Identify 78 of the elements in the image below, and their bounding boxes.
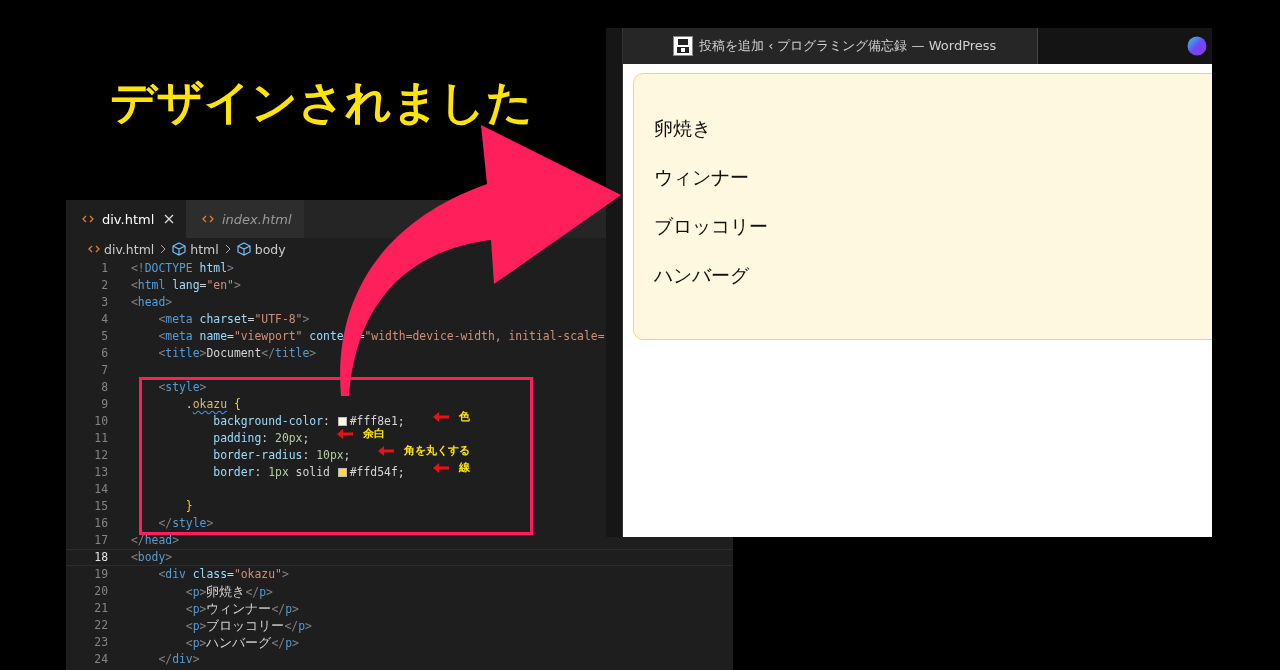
line-number: 4 [100,311,108,328]
line-number: 10 [93,413,108,430]
breadcrumb-item[interactable]: body [254,241,286,257]
line-number: 23 [93,634,108,651]
annotation-label: 線 [458,460,470,476]
line-number: 20 [93,583,108,600]
list-text: ブロッコリー [654,214,769,239]
code-text: <meta name="viewport" conte [157,328,344,345]
chevron-icon [160,244,167,254]
chevron-icon [224,244,231,254]
line-number: 6 [100,345,108,362]
code-text: .okazu { [184,396,241,413]
code-text: border-radius: 10px; [212,447,351,464]
code-text: #fff8e1; [349,413,405,428]
arrow-icon [378,445,395,456]
editor-tab[interactable]: div.html [66,200,186,238]
line-number: 21 [93,600,108,617]
code-text: <p>ハンバーグ</p> [184,633,299,652]
arrow-icon [432,411,449,422]
code-icon [202,214,214,224]
line-number: 22 [93,617,108,634]
code-text: <p>ウィンナー</p> [184,599,299,618]
code-text: </div> [157,651,200,668]
list-text: ウィンナー [654,165,750,190]
code-icon [88,244,100,254]
code-text: <body> [131,550,173,565]
code-text: <style> [157,379,207,396]
annotation-label: 角を丸くする [404,443,471,459]
line-number: 3 [100,294,108,311]
line-number: 5 [100,328,108,345]
code-text: } [184,498,193,515]
line-number: 15 [93,498,108,515]
app-favicon-icon [1187,36,1207,56]
headline: デザインされました [110,74,533,131]
code-text: <div class="okazu"> [157,566,289,583]
line-number: 1 [100,260,108,277]
browser-tab[interactable] [1038,28,1212,64]
site-favicon-icon [673,36,693,56]
code-text: <p>ブロッコリー</p> [184,616,312,635]
cube-icon [172,242,187,256]
annotation-label: 余白 [363,427,386,442]
code-text: <p>卵焼き</p> [184,582,273,601]
code-text: <title>Document</title> [157,345,317,362]
breadcrumb-item[interactable]: html [190,241,219,257]
code-icon [82,214,94,224]
code-text: <head> [131,294,173,311]
code-text: </style> [157,515,214,532]
line-number: 18 [93,550,108,565]
line-number: 7 [100,362,108,379]
cube-icon [236,242,251,256]
code-text: background-color: [212,413,331,430]
arrow-icon [432,462,449,473]
list-text: ハンバーグ [654,263,750,288]
code-text: padding: 20px; [212,430,310,447]
code-text: #ffd54f; [349,464,405,481]
line-number: 24 [93,651,108,668]
line-number: 17 [93,532,108,549]
code-text: border: 1px solid [212,464,331,481]
code-text: <html lang="en"> [131,277,241,294]
code-text: <meta charset="UTF-8"> [157,311,310,328]
list-text: 卵焼き [654,116,712,141]
line-number: 12 [93,447,108,464]
code-text: <!DOCTYPE html> [131,260,234,277]
line-number: 14 [93,481,108,498]
arrow-icon [337,428,354,439]
line-number: 2 [100,277,108,294]
editor-tab[interactable]: index.html [186,200,304,238]
line-number: 16 [93,515,108,532]
line-number: 11 [93,430,108,447]
line-number: 9 [100,396,108,413]
breadcrumb-item[interactable]: div.html [104,241,155,257]
line-number: 19 [93,566,108,583]
code-text: </head> [131,532,179,549]
line-number: 8 [100,379,108,396]
close-icon [164,214,174,224]
line-number: 13 [93,464,108,481]
browser-tab[interactable]: 投稿を追加 ‹ プログラミング備忘録 — WordPress [623,28,1038,64]
annotation-label: 色 [458,409,470,425]
